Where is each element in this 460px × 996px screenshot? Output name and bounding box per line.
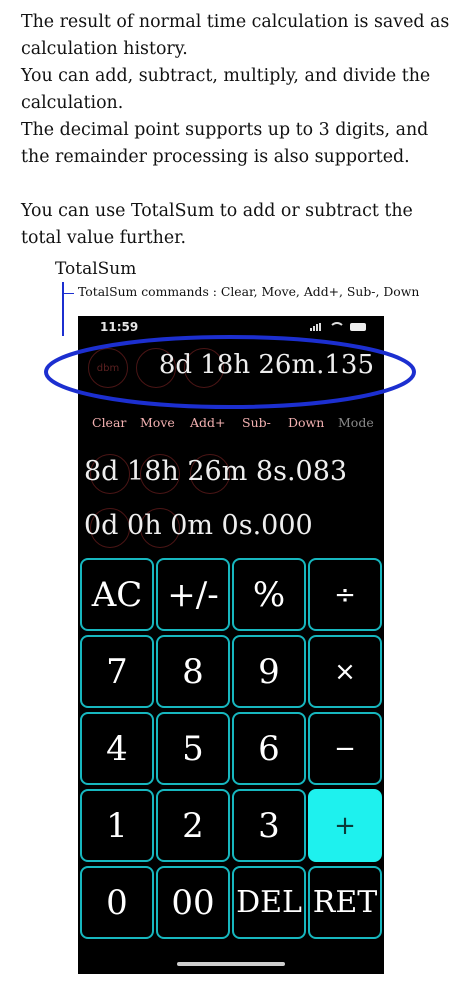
intro-line: The decimal point supports up to 3 digit… — [21, 120, 429, 140]
digit-4-key[interactable]: 4 — [80, 712, 154, 785]
totalsum-commands-caption: TotalSum commands : Clear, Move, Add+, S… — [78, 284, 420, 299]
sub-command[interactable]: Sub- — [242, 415, 271, 430]
mode-command[interactable]: Mode — [338, 415, 374, 430]
delete-key[interactable]: DEL — [232, 866, 306, 939]
clear-command[interactable]: Clear — [92, 415, 126, 430]
add-command[interactable]: Add+ — [190, 415, 226, 430]
totalsum-display: 8d 18h 26m 8s.083 — [84, 456, 348, 487]
percent-key[interactable]: % — [232, 558, 306, 631]
subtract-key[interactable]: − — [308, 712, 382, 785]
digit-3-key[interactable]: 3 — [232, 789, 306, 862]
unit-circle-button[interactable]: dbm — [88, 348, 128, 388]
add-key[interactable]: + — [308, 789, 382, 862]
wifi-icon — [329, 322, 345, 332]
intro-line: You can add, subtract, multiply, and div… — [21, 66, 431, 86]
digit-2-key[interactable]: 2 — [156, 789, 230, 862]
move-command[interactable]: Move — [140, 415, 175, 430]
intro-text: The result of normal time calculation is… — [21, 9, 451, 252]
digit-0-key[interactable]: 0 — [80, 866, 154, 939]
signal-icon — [310, 323, 324, 331]
intro-line: calculation history. — [21, 39, 188, 59]
callout-tick — [62, 293, 74, 294]
digit-8-key[interactable]: 8 — [156, 635, 230, 708]
multiply-key[interactable]: × — [308, 635, 382, 708]
phone-screen: 11:59 dbm 8d 18h 26m.135 Clear Move Add+… — [78, 316, 384, 974]
digit-5-key[interactable]: 5 — [156, 712, 230, 785]
battery-icon — [350, 323, 366, 331]
intro-line: You can use TotalSum to add or subtract … — [21, 201, 413, 221]
totalsum-title: TotalSum — [55, 259, 137, 279]
double-zero-key[interactable]: 00 — [156, 866, 230, 939]
totalsum-command-row: Clear Move Add+ Sub- Down Mode — [78, 415, 384, 431]
ac-key[interactable]: AC — [80, 558, 154, 631]
totalsum-secondary-display: 0d 0h 0m 0s.000 — [84, 510, 313, 541]
unit-circle-label: dbm — [96, 362, 120, 374]
status-icons — [310, 322, 366, 332]
digit-7-key[interactable]: 7 — [80, 635, 154, 708]
intro-line: the remainder processing is also support… — [21, 147, 410, 167]
down-command[interactable]: Down — [288, 415, 324, 430]
intro-line: calculation. — [21, 93, 124, 113]
digit-9-key[interactable]: 9 — [232, 635, 306, 708]
main-display: 8d 18h 26m.135 — [158, 350, 374, 380]
home-indicator[interactable] — [177, 962, 285, 966]
digit-1-key[interactable]: 1 — [80, 789, 154, 862]
intro-line: total value further. — [21, 228, 187, 248]
divide-key[interactable]: ÷ — [308, 558, 382, 631]
digit-6-key[interactable]: 6 — [232, 712, 306, 785]
sign-key[interactable]: +/- — [156, 558, 230, 631]
intro-line: The result of normal time calculation is… — [21, 12, 450, 32]
callout-line — [62, 282, 64, 336]
return-key[interactable]: RET — [308, 866, 382, 939]
status-time: 11:59 — [100, 320, 139, 334]
